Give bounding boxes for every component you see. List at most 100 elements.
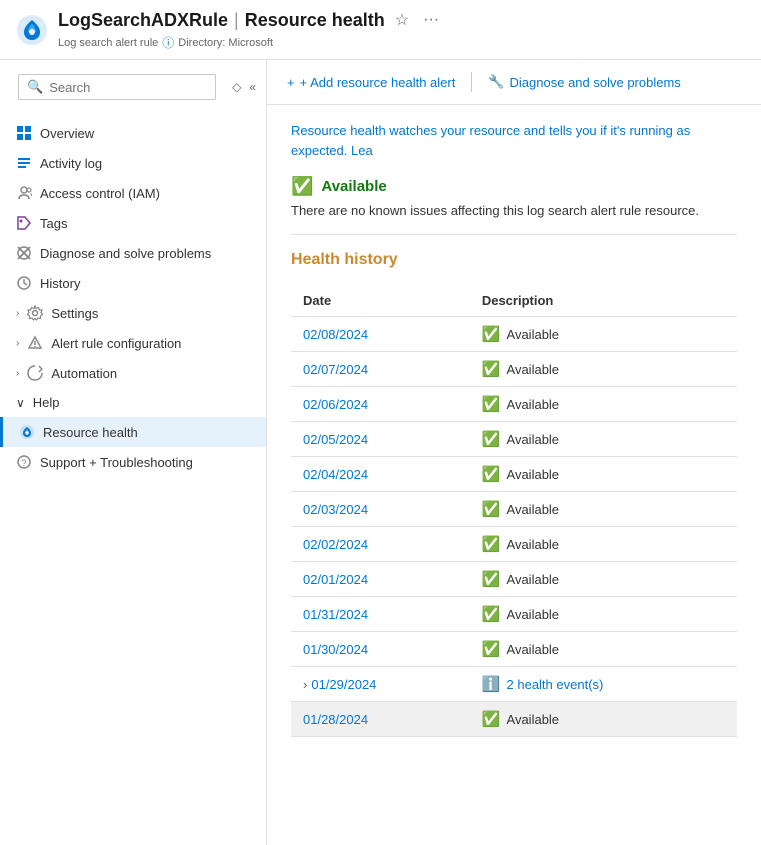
table-cell-description: ✅Available — [470, 457, 737, 492]
header-subtitle: Log search alert rule ⓘ Directory: Micro… — [58, 34, 443, 51]
content-area: + + Add resource health alert 🔧 Diagnose… — [267, 60, 761, 845]
search-input[interactable] — [49, 80, 207, 95]
access-control-icon — [16, 185, 32, 201]
available-label: Available — [507, 502, 560, 517]
content-body: Resource health watches your resource an… — [267, 105, 761, 753]
filter-button[interactable]: ◇ — [230, 78, 243, 96]
help-expand-icon: ∨ — [16, 396, 25, 410]
available-status: ✅Available — [482, 325, 725, 343]
table-row: 02/08/2024 ✅Available — [291, 317, 737, 352]
available-label: Available — [507, 362, 560, 377]
available-status: ✅ Available — [482, 500, 725, 518]
sidebar-item-resource-health[interactable]: Resource health — [0, 417, 266, 447]
title-separator: | — [234, 10, 239, 31]
azure-icon — [16, 14, 48, 46]
sidebar-item-label-settings: Settings — [51, 306, 250, 321]
sidebar-item-diagnose[interactable]: Diagnose and solve problems — [0, 238, 266, 268]
event-status: ℹ️2 health event(s) — [482, 675, 725, 693]
sidebar-group-help[interactable]: ∨ Help — [0, 388, 266, 417]
sidebar-item-activity-log[interactable]: Activity log — [0, 148, 266, 178]
status-label: Available — [321, 178, 386, 195]
date-link[interactable]: 02/02/2024 — [303, 537, 368, 552]
available-status: ✅Available — [482, 570, 725, 588]
favorite-button[interactable]: ☆ — [391, 8, 413, 32]
info-event-icon: ℹ️ — [482, 675, 501, 693]
table-cell-date: 02/03/2024 — [291, 492, 470, 527]
resource-health-icon — [19, 424, 35, 440]
table-cell-description: ✅Available — [470, 597, 737, 632]
history-icon — [16, 275, 32, 291]
table-cell-date: 02/07/2024 — [291, 352, 470, 387]
available-status: ✅Available — [482, 640, 725, 658]
more-options-button[interactable]: ··· — [419, 9, 443, 31]
date-link[interactable]: 01/28/2024 — [303, 712, 368, 727]
available-check-icon: ✅ — [482, 325, 501, 343]
date-link[interactable]: 02/07/2024 — [303, 362, 368, 377]
sidebar-item-settings[interactable]: › Settings — [0, 298, 266, 328]
date-link[interactable]: 02/06/2024 — [303, 397, 368, 412]
table-cell-date: 01/30/2024 — [291, 632, 470, 667]
table-row: 01/31/2024 ✅Available — [291, 597, 737, 632]
info-icon: ⓘ — [162, 34, 174, 51]
add-alert-icon: + — [287, 75, 295, 90]
alert-rule-expand-icon: › — [16, 338, 19, 349]
table-cell-description: ✅ Available — [470, 492, 737, 527]
available-status: ✅Available — [482, 430, 725, 448]
directory-label: Directory: Microsoft — [178, 37, 273, 49]
sidebar-item-automation[interactable]: › Automation — [0, 358, 266, 388]
sidebar-item-alert-rule[interactable]: › Alert rule configuration — [0, 328, 266, 358]
sidebar-item-label-resource-health: Resource health — [43, 425, 250, 440]
content-divider — [291, 234, 737, 235]
sidebar-item-label-support: Support + Troubleshooting — [40, 455, 250, 470]
available-check-icon: ✅ — [482, 570, 501, 588]
date-link[interactable]: 02/04/2024 — [303, 467, 368, 482]
diagnose-label: Diagnose and solve problems — [510, 75, 681, 90]
collapse-button[interactable]: « — [247, 78, 258, 96]
date-link[interactable]: 02/03/2024 — [303, 502, 368, 517]
row-expand-icon: › — [303, 677, 307, 692]
sidebar-item-label-alert-rule: Alert rule configuration — [51, 336, 250, 351]
status-message: There are no known issues affecting this… — [291, 203, 737, 218]
automation-icon — [27, 365, 43, 381]
table-cell-date: 01/31/2024 — [291, 597, 470, 632]
sidebar-item-overview[interactable]: Overview — [0, 118, 266, 148]
table-cell-date: › 01/29/2024 — [291, 667, 470, 702]
resource-health-description: Resource health watches your resource an… — [291, 121, 737, 160]
diagnose-wrench-icon: 🔧 — [488, 74, 504, 90]
sidebar-item-access-control[interactable]: Access control (IAM) — [0, 178, 266, 208]
date-link[interactable]: 02/08/2024 — [303, 327, 368, 342]
date-link[interactable]: 02/01/2024 — [303, 572, 368, 587]
add-alert-button[interactable]: + + Add resource health alert — [287, 71, 455, 94]
sidebar-item-label-activity-log: Activity log — [40, 156, 250, 171]
table-cell-description: ✅Available — [470, 702, 737, 737]
sidebar-item-support[interactable]: ? Support + Troubleshooting — [0, 447, 266, 477]
date-link[interactable]: 01/30/2024 — [303, 642, 368, 657]
table-cell-description: ✅Available — [470, 387, 737, 422]
sidebar-item-tags[interactable]: Tags — [0, 208, 266, 238]
resource-type-label: Log search alert rule — [58, 37, 158, 49]
table-row: 02/05/2024 ✅Available — [291, 422, 737, 457]
table-cell-date: 02/04/2024 — [291, 457, 470, 492]
current-status-row: ✅ Available — [291, 176, 737, 197]
date-link[interactable]: 01/29/2024 — [311, 677, 376, 692]
table-row: 02/01/2024 ✅Available — [291, 562, 737, 597]
activity-log-icon — [16, 155, 32, 171]
sidebar-item-label-access-control: Access control (IAM) — [40, 186, 250, 201]
header-title-group: LogSearchADXRule | Resource health ☆ ···… — [58, 8, 443, 51]
date-link[interactable]: 02/05/2024 — [303, 432, 368, 447]
diagnose-button[interactable]: 🔧 Diagnose and solve problems — [488, 70, 680, 94]
main-layout: 🔍 ◇ « Overview Activity log — [0, 60, 761, 845]
table-cell-date: 02/01/2024 — [291, 562, 470, 597]
table-cell-date: 02/05/2024 — [291, 422, 470, 457]
available-status: ✅Available — [482, 465, 725, 483]
date-link[interactable]: 01/31/2024 — [303, 607, 368, 622]
available-label: Available — [507, 397, 560, 412]
available-label: Available — [507, 432, 560, 447]
sidebar-item-history[interactable]: History — [0, 268, 266, 298]
sidebar-group-help-label: Help — [33, 395, 60, 410]
table-cell-description: ℹ️2 health event(s) — [470, 667, 737, 702]
table-cell-description: ✅Available — [470, 352, 737, 387]
automation-expand-icon: › — [16, 368, 19, 379]
table-cell-date: 02/08/2024 — [291, 317, 470, 352]
available-check-icon: ✅ — [482, 500, 501, 518]
